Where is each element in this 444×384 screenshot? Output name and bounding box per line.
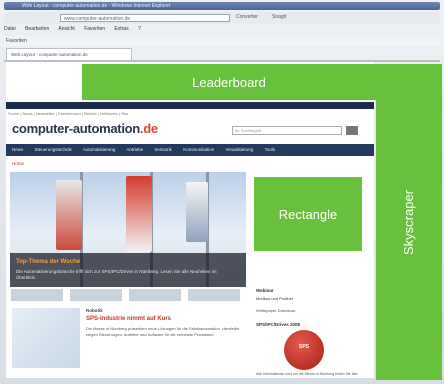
article-image[interactable]: [12, 308, 80, 368]
nav-item-automatisierung[interactable]: Automatisierung: [83, 147, 116, 152]
article-kicker: Robotik: [86, 308, 103, 313]
event-badge[interactable]: SPS: [284, 330, 324, 370]
thumbnail[interactable]: [69, 288, 123, 302]
sidebar-heading: SPS/IPC/Drives 2008: [256, 322, 301, 327]
menu-bar: Datei Bearbeiten Ansicht Favoriten Extra…: [4, 26, 440, 34]
skyscraper-ad[interactable]: Skyscraper: [376, 64, 442, 380]
search-button[interactable]: [346, 126, 358, 135]
nav-item-steuerungstechnik[interactable]: Steuerungstechnik: [35, 147, 72, 152]
article-title[interactable]: SPS-Industrie nimmt auf Kurs: [86, 316, 171, 322]
site-logo[interactable]: computer-automation.de: [12, 121, 158, 136]
hero-caption-title[interactable]: Top-Thema der Woche: [16, 259, 80, 265]
window-title: Web Layout - computer-automation.de - Wi…: [22, 3, 171, 9]
rectangle-ad[interactable]: Rectangle: [254, 177, 362, 251]
flag-banner: [126, 176, 152, 252]
menu-item-help[interactable]: ?: [138, 26, 141, 32]
nav-item-sensorik[interactable]: Sensorik: [154, 147, 172, 152]
toolbar-button-converter[interactable]: Converter: [236, 14, 258, 20]
logo-text: computer-automation: [12, 121, 140, 136]
sidebar-text: Alle Informationen rund um die Messe in …: [256, 372, 359, 376]
browser-tab[interactable]: Web Layout - computer-automation.de: [6, 48, 132, 60]
nav-item-news[interactable]: News: [12, 147, 23, 152]
hero-caption: Top-Thema der Woche Die Automatisierungs…: [10, 253, 246, 287]
address-bar[interactable]: www.computer-automation.de: [60, 14, 230, 22]
hero-caption-body: Die Automatisierungsbranche trifft sich …: [16, 269, 217, 280]
breadcrumb[interactable]: Home: [12, 161, 24, 166]
flag-banner: [186, 182, 208, 242]
top-strip: [6, 102, 374, 109]
menu-item-ansicht[interactable]: Ansicht: [58, 26, 74, 32]
sidebar-heading: Webinar: [256, 288, 274, 293]
skyscraper-label: Skyscraper: [401, 189, 417, 255]
favorites-button[interactable]: Favoriten: [6, 38, 27, 44]
thumbnail-strip: [10, 288, 246, 302]
nav-item-antriebe[interactable]: Antriebe: [126, 147, 143, 152]
main-navigation: News Steuerungstechnik Automatisierung A…: [6, 144, 374, 156]
favorites-bar: [4, 36, 440, 46]
menu-item-bearbeiten[interactable]: Bearbeiten: [25, 26, 49, 32]
sidebar-link[interactable]: Whitepaper Download: [256, 308, 295, 313]
browser-window: Web Layout - computer-automation.de - Wi…: [0, 0, 444, 384]
menu-item-favoriten[interactable]: Favoriten: [84, 26, 105, 32]
title-bar: Web Layout - computer-automation.de - Wi…: [4, 2, 440, 10]
badge-text: SPS: [298, 344, 309, 350]
menu-item-datei[interactable]: Datei: [4, 26, 16, 32]
nav-item-visualisierung[interactable]: Visualisierung: [225, 147, 253, 152]
thumbnail[interactable]: [128, 288, 182, 302]
sidebar-column: Webinar Modbus und Profinet Whitepaper D…: [254, 288, 370, 378]
sidebar-link[interactable]: Modbus und Profinet: [256, 296, 293, 301]
thumbnail[interactable]: [187, 288, 241, 302]
nav-item-tools[interactable]: Tools: [265, 147, 276, 152]
logo-tld: .de: [139, 121, 158, 136]
toolbar-button-snagit[interactable]: Snagit: [272, 14, 286, 20]
flag-banner: [56, 180, 82, 250]
leaderboard-ad[interactable]: Leaderboard: [82, 64, 376, 100]
article-body: Die Messe in Nürnberg präsentiert neue L…: [86, 326, 240, 337]
thumbnail[interactable]: [10, 288, 64, 302]
hero-image[interactable]: Top-Thema der Woche Die Automatisierungs…: [10, 172, 246, 287]
sub-navigation[interactable]: Suche | News | Newsletter | Fachmessen |…: [8, 111, 128, 116]
menu-item-extras[interactable]: Extras: [114, 26, 128, 32]
search-input[interactable]: Ihr Suchbegriff: [232, 126, 342, 135]
nav-item-kommunikation[interactable]: Kommunikation: [183, 147, 214, 152]
